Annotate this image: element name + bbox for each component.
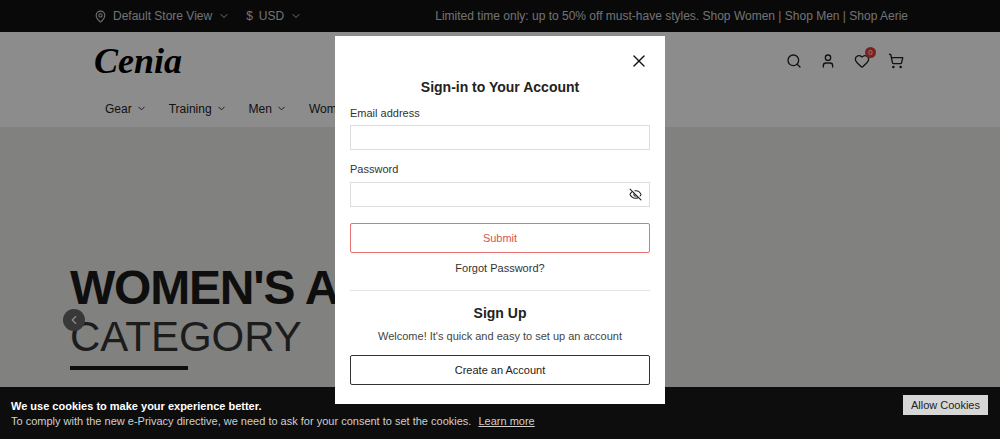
- submit-button[interactable]: Submit: [350, 223, 650, 253]
- email-input[interactable]: [350, 125, 650, 150]
- eye-off-icon[interactable]: [629, 188, 642, 201]
- divider: [350, 290, 650, 291]
- forgot-password-link[interactable]: Forgot Password?: [350, 261, 650, 275]
- email-label: Email address: [350, 106, 650, 120]
- create-account-button[interactable]: Create an Account: [350, 355, 650, 385]
- password-label: Password: [350, 162, 650, 176]
- learn-more-link[interactable]: Learn more: [478, 415, 534, 427]
- close-icon[interactable]: [629, 51, 649, 71]
- modal-title: Sign-in to Your Account: [350, 79, 650, 95]
- sign-up-text: Welcome! It's quick and easy to set up a…: [350, 329, 650, 343]
- allow-cookies-button[interactable]: Allow Cookies: [903, 395, 988, 415]
- password-input[interactable]: [351, 185, 649, 208]
- password-field[interactable]: [350, 182, 650, 207]
- sign-up-title: Sign Up: [350, 305, 650, 322]
- sign-in-modal: Sign-in to Your Account Email address Pass…: [335, 36, 665, 404]
- cookie-text: To comply with the new e-Privacy directi…: [11, 414, 535, 429]
- page: Default Store View$USDLimited time only:…: [0, 0, 1000, 439]
